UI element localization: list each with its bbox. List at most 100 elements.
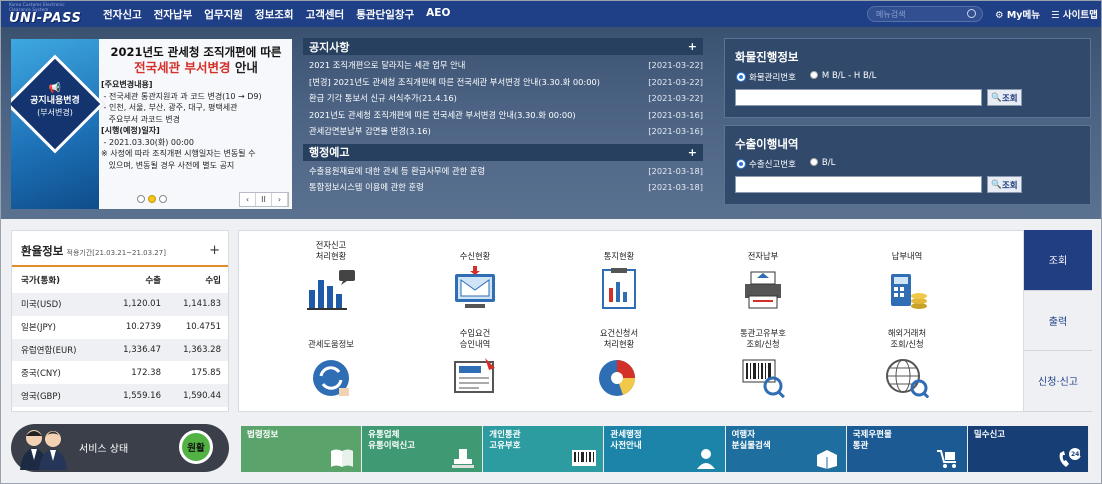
banner-title-red: 전국세관 부서변경 안내 (101, 60, 291, 76)
title-end-text: 안내 (234, 60, 258, 75)
exchange-cell-import: 1,590.44 (183, 390, 221, 401)
service-calculator-coins[interactable]: 납부내역 (847, 239, 967, 310)
notice-item[interactable]: 수출용원재료에 대한 관세 등 환급사무에 관한 훈령 [2021-03-18] (303, 163, 703, 180)
exchange-row: 유럽연합(EUR) 1,336.47 1,363.28 (12, 338, 228, 362)
mymenu-label: My메뉴 (1006, 10, 1040, 21)
pager-dot[interactable] (137, 195, 145, 203)
nav-item[interactable]: 전자신고 (103, 7, 142, 22)
prenotice-list: 수출용원재료에 대한 관세 등 환급사무에 관한 훈령 [2021-03-18] 통… (303, 161, 703, 196)
banner-body-line: - 전국세관 통관지원과 과 코드 변경(10 → D9) (101, 91, 262, 101)
nav-item[interactable]: 고객센터 (306, 7, 345, 22)
notice-item[interactable]: 관세감면분납부 감면율 변경(3.16) [2021-03-16] (303, 123, 703, 140)
service-document-chart[interactable]: 통지현황 (559, 239, 679, 310)
refresh-help-icon (305, 354, 357, 398)
service-payment-printer[interactable]: 전자납부 (703, 239, 823, 310)
top-navigation: Korea Customs Electronic Clearance Syste… (1, 1, 1101, 27)
search-icon[interactable] (967, 9, 976, 18)
svg-text:24h: 24h (1071, 451, 1082, 458)
notice-item[interactable]: 2021년도 관세청 조직개편에 따른 전국세관 부서변경 안내(3.30.화 … (303, 107, 703, 124)
menu-search-input[interactable]: 메뉴검색 (867, 6, 983, 22)
column-header: 수입 (205, 276, 221, 286)
quick-tile[interactable]: 관세행정 사전안내 (604, 426, 726, 472)
next-icon[interactable]: › (272, 193, 288, 206)
radio-bl[interactable]: M B/L - H B/L (809, 71, 877, 83)
column-header: 수출 (145, 276, 161, 286)
service-barcode-search[interactable]: 통관고유부호 조회/신청 (703, 327, 823, 399)
notice-banner[interactable]: 📢 공지내용변경 (부서변경) 2021년도 관세청 조직개편에 따른 전국세관… (11, 39, 292, 209)
prenotice-more-button[interactable]: + (688, 146, 697, 159)
notice-item-date: [2021-03-18] (648, 165, 703, 176)
notice-item-title: [변경] 2021년도 관세청 조직개편에 따른 전국세관 부서변경 안내(3.… (309, 76, 601, 87)
service-icon-grid: 전자신고 처리현황 수신현황 통지현황 전자납부 납부내역관세도움정보 수입요건 승인내역… (238, 230, 1024, 412)
pager-dot[interactable] (159, 195, 167, 203)
service-pie-chart[interactable]: 요건신청서 처리현황 (559, 327, 679, 398)
exchange-cell-import: 10.4751 (185, 322, 221, 333)
pie-chart-icon (593, 354, 645, 398)
title-red-text: 전국세관 부서변경 (134, 60, 231, 75)
mail-monitor-icon (449, 266, 501, 310)
radio-bl[interactable]: B/L (809, 158, 835, 170)
notice-item-title: 2021년도 관세청 조직개편에 따른 전국세관 부서변경 안내(3.30.화 … (309, 109, 576, 120)
banner-body-line: 있으며, 변동될 경우 사전에 별도 공지 (101, 160, 235, 170)
pager-dot-active[interactable] (148, 195, 156, 203)
notice-item[interactable]: 2021 조직개편으로 달라지는 세관 업무 안내 [2021-03-22] (303, 57, 703, 74)
notice-item-title: 관세감면분납부 감면율 변경(3.16) (309, 126, 431, 137)
service-label: 해외거래처 조회/신청 (887, 328, 927, 349)
notice-item[interactable]: 환급 기각 통보서 신규 서식추가(21.4.16) [2021-03-22] (303, 90, 703, 107)
nav-item[interactable]: 업무지원 (204, 7, 243, 22)
cargo-search-input[interactable] (735, 89, 982, 106)
service-chart-bars[interactable]: 전자신고 처리현황 (271, 239, 391, 310)
button-label: 조회 (1001, 180, 1018, 191)
export-search-button[interactable]: 🔍 조회 (987, 176, 1022, 193)
nav-item[interactable]: 통관단일창구 (356, 7, 414, 22)
radio-cargo-number[interactable]: 화물관리번호 (737, 71, 796, 83)
notice-item[interactable]: [변경] 2021년도 관세청 조직개편에 따른 전국세관 부서변경 안내(3.… (303, 74, 703, 91)
banner-pager (137, 195, 167, 203)
cargo-search-button[interactable]: 🔍 조회 (987, 89, 1022, 106)
nav-item[interactable]: 정보조회 (255, 7, 294, 22)
notice-item-title: 2021 조직개편으로 달라지는 세관 업무 안내 (309, 60, 466, 71)
radio-label: M B/L - H B/L (821, 71, 877, 81)
unipass-logo[interactable]: Korea Customs Electronic Clearance Syste… (1, 1, 83, 27)
service-refresh-help[interactable]: 관세도움정보 (271, 327, 391, 398)
quick-tile[interactable]: 개인통관 고유부호 (483, 426, 605, 472)
exchange-cell-export: 1,559.16 (123, 390, 161, 401)
quick-tile[interactable]: 밀수신고 24h (967, 426, 1089, 472)
banner-image: 📢 공지내용변경 (부서변경) (11, 39, 105, 209)
tile-label: 밀수신고 (973, 430, 1006, 440)
banner-title: 2021년도 관세청 조직개편에 따른 (110, 45, 282, 59)
exchange-title: 환율정보 (21, 244, 64, 258)
quick-tile[interactable]: 여행자 분실물검색 (725, 426, 847, 472)
mymenu-link[interactable]: ⚙ My메뉴 (995, 7, 1040, 21)
nav-item[interactable]: AEO (426, 7, 450, 22)
banner-body-line: ※ 사정에 따라 조직개편 시행일자는 변동될 수 (101, 149, 256, 158)
sitemap-link[interactable]: ☰ 사이트맵 (1051, 7, 1098, 21)
exchange-more-button[interactable]: + (209, 243, 220, 265)
tab-apply[interactable]: 신청·신고 (1024, 351, 1092, 412)
nav-item[interactable]: 전자납부 (154, 7, 193, 22)
tab-inquiry[interactable]: 조회 (1024, 230, 1092, 291)
notice-item[interactable]: 통합정보시스템 이용에 관한 훈령 [2021-03-18] (303, 179, 703, 196)
service-mail-monitor[interactable]: 수신현황 (415, 239, 535, 310)
quick-tile[interactable]: 법령정보 (241, 426, 363, 472)
notice-more-button[interactable]: + (688, 40, 697, 53)
radio-export-number[interactable]: 수출신고번호 (737, 158, 796, 170)
tab-print[interactable]: 출력 (1024, 290, 1092, 352)
export-search-input[interactable] (735, 176, 982, 193)
service-label: 통관고유부호 조회/신청 (740, 328, 786, 349)
cargo-title: 화물진행정보 (735, 50, 799, 64)
cargo-tracking-box: 화물진행정보 화물관리번호 M B/L - H B/L 🔍 조회 (724, 38, 1091, 118)
exchange-cell-country: 미국(USD) (21, 300, 62, 311)
service-import-document[interactable]: 수입요건 승인내역 (415, 327, 535, 398)
prev-icon[interactable]: ‹ (240, 193, 256, 206)
chart-bars-icon (305, 266, 357, 310)
pause-icon[interactable]: II (256, 193, 272, 206)
radio-icon (809, 71, 818, 79)
service-globe-search[interactable]: 해외거래처 조회/신청 (847, 327, 967, 399)
calculator-coins-icon (881, 266, 933, 310)
service-label: 수신현황 (459, 250, 491, 261)
notice-item-date: [2021-03-22] (648, 93, 703, 104)
quick-tile[interactable]: 유통업체 유통이력신고 (362, 426, 484, 472)
stamp-icon (450, 447, 476, 469)
quick-tile[interactable]: 국제우편물 통관 (846, 426, 968, 472)
